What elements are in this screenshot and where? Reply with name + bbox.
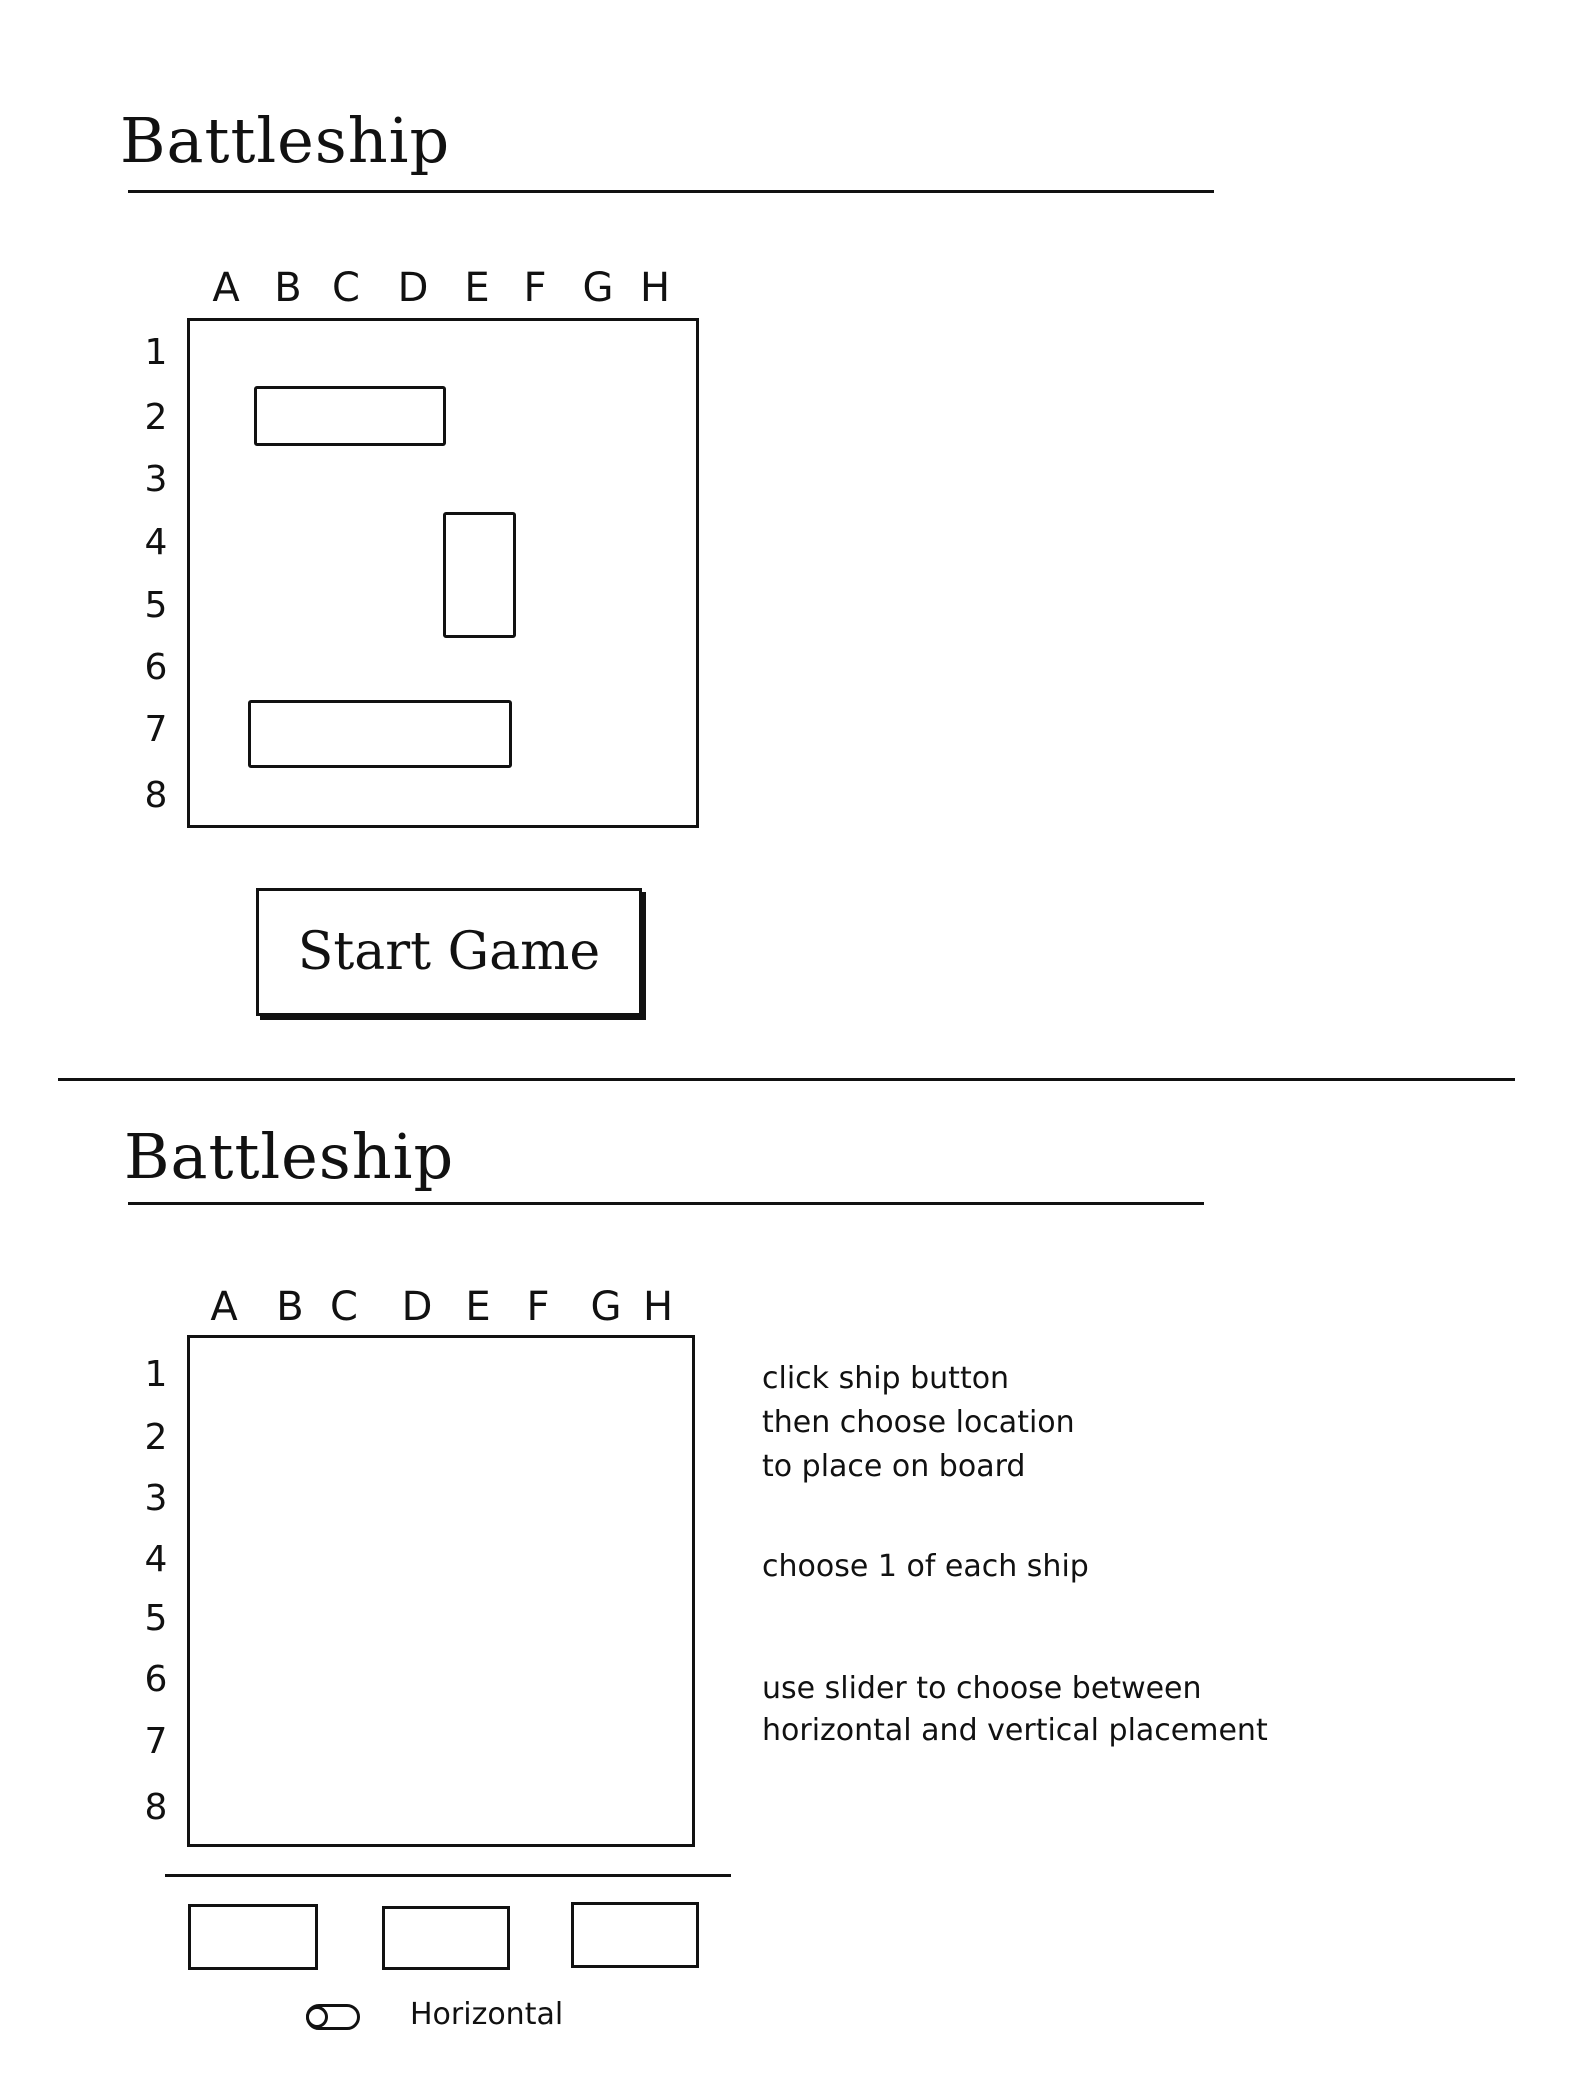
- row-label-8: 8: [144, 775, 168, 816]
- row-label-4: 4: [144, 522, 168, 563]
- row-label-2: 2: [144, 1417, 168, 1458]
- ship-select-button-2[interactable]: [382, 1906, 510, 1970]
- title-divider: [128, 190, 1214, 193]
- instruction-line-1: click ship button: [762, 1361, 1010, 1396]
- row-label-6: 6: [144, 647, 168, 688]
- column-label-g: G: [590, 1284, 622, 1330]
- row-label-8: 8: [144, 1787, 168, 1828]
- column-label-c: C: [330, 1284, 358, 1330]
- game-board[interactable]: [187, 1335, 695, 1847]
- row-label-5: 5: [144, 1598, 168, 1639]
- instruction-line-4: choose 1 of each ship: [762, 1549, 1089, 1584]
- orientation-toggle[interactable]: [306, 2004, 360, 2030]
- row-label-5: 5: [144, 585, 168, 626]
- row-label-6: 6: [144, 1659, 168, 1700]
- row-label-3: 3: [144, 459, 168, 500]
- row-label-7: 7: [144, 709, 168, 750]
- page-title: Battleship: [120, 104, 451, 177]
- screen-divider: [58, 1078, 1515, 1081]
- column-label-b: B: [276, 1284, 304, 1330]
- orientation-toggle-label: Horizontal: [410, 1997, 564, 2032]
- title-divider: [128, 1202, 1204, 1205]
- ship-palette-divider: [165, 1874, 731, 1877]
- column-label-d: D: [401, 1284, 433, 1330]
- row-label-7: 7: [144, 1721, 168, 1762]
- row-label-2: 2: [144, 397, 168, 438]
- column-label-b: B: [274, 265, 302, 311]
- toggle-knob[interactable]: [306, 2006, 328, 2028]
- ship-select-button-1[interactable]: [188, 1904, 318, 1970]
- column-label-e: E: [464, 265, 490, 311]
- row-label-3: 3: [144, 1478, 168, 1519]
- placed-ship-horizontal-bottom[interactable]: [248, 700, 512, 768]
- column-label-h: H: [642, 1284, 674, 1330]
- instruction-line-6: horizontal and vertical placement: [762, 1713, 1268, 1748]
- placed-ship-vertical[interactable]: [443, 512, 516, 638]
- column-label-f: F: [523, 265, 547, 311]
- column-label-a: A: [210, 1284, 238, 1330]
- ship-select-button-3[interactable]: [571, 1902, 699, 1968]
- row-label-4: 4: [144, 1539, 168, 1580]
- page-title: Battleship: [124, 1120, 455, 1193]
- start-game-button[interactable]: Start Game: [256, 888, 642, 1016]
- column-label-d: D: [397, 265, 429, 311]
- row-label-1: 1: [144, 332, 168, 373]
- column-label-a: A: [212, 265, 240, 311]
- instruction-line-2: then choose location: [762, 1405, 1075, 1440]
- column-label-c: C: [332, 265, 360, 311]
- column-label-e: E: [465, 1284, 491, 1330]
- row-label-1: 1: [144, 1354, 168, 1395]
- column-label-h: H: [639, 265, 671, 311]
- column-label-g: G: [582, 265, 614, 311]
- placed-ship-horizontal-top[interactable]: [254, 386, 446, 446]
- column-label-f: F: [526, 1284, 550, 1330]
- instruction-line-5: use slider to choose between: [762, 1671, 1202, 1706]
- instruction-line-3: to place on board: [762, 1449, 1026, 1484]
